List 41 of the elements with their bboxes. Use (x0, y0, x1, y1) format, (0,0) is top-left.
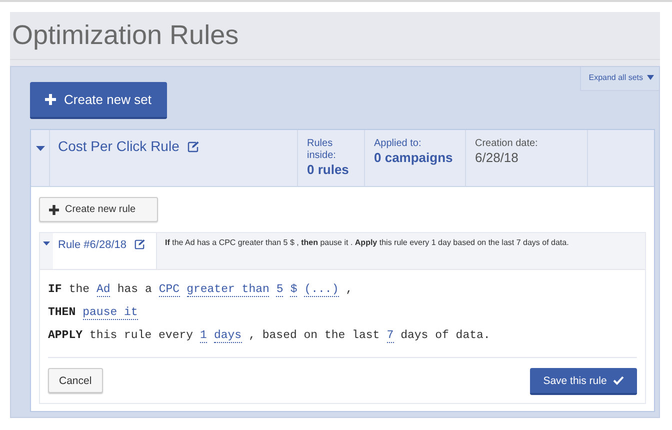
checkmark-icon (612, 376, 624, 385)
stat-value[interactable]: 0 rules (307, 162, 364, 178)
rule-text: days of data. (400, 329, 490, 342)
rule-value-link[interactable]: 1 (200, 328, 207, 342)
rule-text: has a (117, 283, 152, 296)
rule-keyword: IF (48, 283, 62, 296)
page-title: Optimization Rules (12, 20, 239, 51)
rule-value-link[interactable]: 5 (276, 282, 284, 296)
stat-label: Creation date: (475, 138, 539, 150)
stat-value[interactable]: 0 campaigns (374, 150, 465, 166)
stat-value: 6/28/18 (475, 150, 520, 166)
rule-value-link[interactable]: days (214, 328, 242, 342)
cancel-button[interactable]: Cancel (48, 368, 103, 393)
rule-value-link[interactable]: greater than (186, 282, 270, 296)
rule-text: , (346, 283, 353, 296)
rule-value-link[interactable]: $ (290, 282, 298, 296)
rule-text: the (68, 283, 90, 296)
stat-label: Rules inside: (307, 138, 337, 162)
rule-value-link[interactable]: (...) (304, 282, 339, 296)
edit-icon[interactable] (134, 239, 144, 250)
caret-icon (647, 75, 654, 80)
create-rule-button[interactable]: Create new rule (39, 197, 158, 222)
plus-icon (45, 94, 56, 105)
rule-text: , based on the last (248, 329, 380, 342)
stat-label: Applied to: (374, 138, 422, 150)
plus-icon (49, 204, 59, 214)
rule-keyword: THEN (48, 306, 76, 319)
rule-set-title[interactable]: Cost Per Click Rule (58, 138, 180, 154)
rule-value-link[interactable]: 7 (386, 328, 394, 342)
rule-summary: If the Ad has a CPC greater than 5 $ , then pause it . Apply this rule every 1 day based on the last 7 days of data. (165, 238, 569, 247)
toggle-icon[interactable] (36, 144, 44, 153)
rule-value-link[interactable]: CPC (158, 282, 180, 296)
expand-all-button[interactable]: Expand all sets (580, 67, 659, 91)
rule-text: this rule every (90, 329, 194, 342)
toggle-icon[interactable] (43, 240, 50, 247)
edit-icon[interactable] (187, 141, 200, 153)
rule-value-link[interactable]: Ad (96, 282, 110, 296)
rule-keyword: APPLY (48, 329, 83, 342)
save-rule-button[interactable]: Save this rule (530, 368, 637, 395)
rule-value-link[interactable]: pause it (82, 306, 138, 320)
create-set-button[interactable]: Create new set (30, 82, 167, 119)
